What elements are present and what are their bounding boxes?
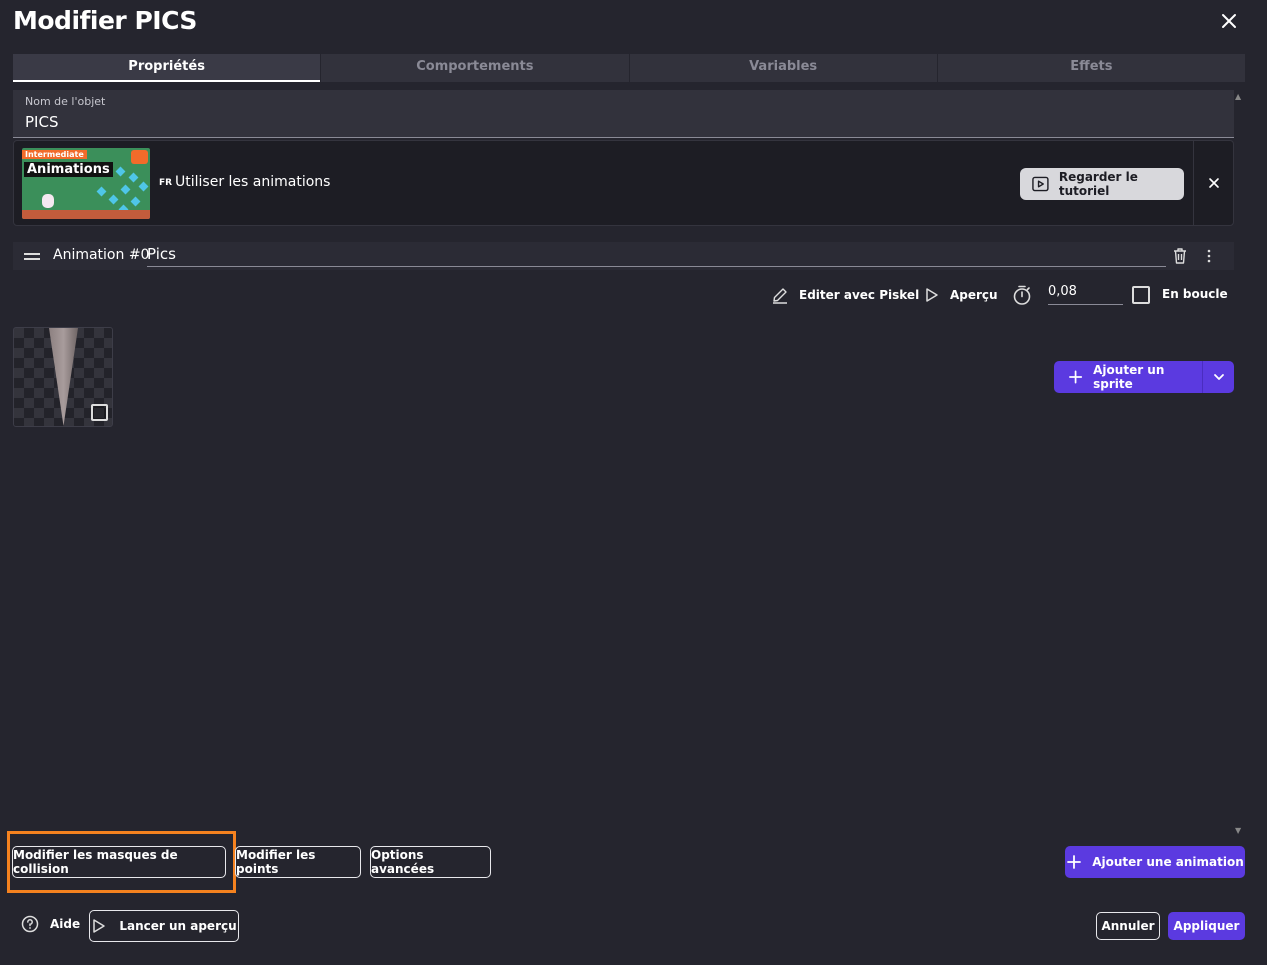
- edit-with-piskel-label: Editer avec Piskel: [799, 288, 920, 302]
- object-name-input[interactable]: PICS: [25, 113, 58, 131]
- loop-checkbox[interactable]: [1132, 286, 1150, 304]
- animation-header: Animation #0 Pics: [13, 242, 1234, 270]
- tab-properties[interactable]: Propriétés: [13, 54, 322, 82]
- dialog-title: Modifier PICS: [13, 6, 197, 35]
- play-icon: [93, 919, 106, 933]
- add-sprite-dropdown[interactable]: [1202, 361, 1234, 393]
- drag-handle-icon[interactable]: [24, 253, 40, 260]
- edit-collision-masks-button[interactable]: Modifier les masques de collision: [12, 846, 226, 878]
- loop-label: En boucle: [1162, 287, 1228, 301]
- launch-preview-button[interactable]: Lancer un aperçu: [89, 910, 239, 942]
- tab-behaviors[interactable]: Comportements: [321, 54, 630, 82]
- chevron-down-icon: [1214, 374, 1224, 380]
- close-icon[interactable]: [1218, 10, 1240, 32]
- edit-points-button[interactable]: Modifier les points: [235, 846, 361, 878]
- object-name-label: Nom de l'objet: [25, 95, 106, 108]
- cancel-button[interactable]: Annuler: [1096, 912, 1160, 940]
- tab-effects[interactable]: Effets: [938, 54, 1245, 82]
- object-name-field[interactable]: Nom de l'objet PICS: [13, 90, 1234, 138]
- gdevelop-logo-icon: [131, 150, 148, 164]
- tutorial-title: Utiliser les animations: [175, 174, 331, 190]
- pencil-icon: [773, 288, 787, 304]
- plus-icon: [1067, 855, 1082, 869]
- more-options-icon[interactable]: [1206, 249, 1212, 263]
- help-label: Aide: [50, 917, 81, 931]
- advanced-options-button[interactable]: Options avancées: [370, 846, 491, 878]
- trash-icon[interactable]: [1172, 247, 1188, 265]
- apply-button[interactable]: Appliquer: [1168, 912, 1245, 940]
- frame-duration-input[interactable]: 0,08: [1048, 284, 1123, 305]
- scroll-up-arrow-icon[interactable]: ▲: [1235, 92, 1241, 101]
- animation-name-input[interactable]: Pics: [147, 244, 1166, 267]
- plus-icon: [1069, 370, 1083, 384]
- tutorial-banner: Intermediate Animations FR Utiliser les …: [13, 140, 1234, 226]
- tutorial-thumbnail: Intermediate Animations: [22, 148, 150, 219]
- add-animation-button[interactable]: Ajouter une animation: [1065, 846, 1245, 878]
- dismiss-tutorial-icon[interactable]: [1207, 176, 1221, 190]
- tutorial-language: FR: [159, 178, 173, 188]
- watch-tutorial-button[interactable]: Regarder le tutoriel: [1020, 168, 1184, 200]
- edit-with-piskel-button[interactable]: Editer avec Piskel: [771, 286, 919, 304]
- help-circle-icon: [21, 915, 39, 933]
- divider: [1193, 141, 1194, 225]
- timer-icon: [1013, 285, 1031, 305]
- help-button[interactable]: Aide: [21, 915, 80, 933]
- launch-preview-label: Lancer un aperçu: [119, 919, 237, 933]
- watch-tutorial-label: Regarder le tutoriel: [1058, 170, 1138, 198]
- add-sprite-label: Ajouter un sprite: [1093, 363, 1165, 391]
- add-sprite-button-group: Ajouter un sprite: [1054, 361, 1234, 393]
- add-animation-label: Ajouter une animation: [1092, 855, 1244, 869]
- tutorial-thumbnail-title: Animations: [24, 162, 113, 177]
- add-sprite-button[interactable]: Ajouter un sprite: [1054, 361, 1202, 393]
- preview-label: Aperçu: [950, 288, 998, 302]
- sprite-select-checkbox[interactable]: [91, 404, 108, 421]
- play-video-icon: [1032, 176, 1049, 192]
- tab-variables[interactable]: Variables: [630, 54, 938, 82]
- tutorial-badge: Intermediate: [22, 150, 87, 159]
- tab-bar: Propriétés Comportements Variables Effet…: [13, 54, 1245, 82]
- scroll-down-arrow-icon[interactable]: ▼: [1235, 826, 1241, 835]
- sprite-thumbnail[interactable]: [13, 327, 113, 427]
- play-icon: [926, 288, 938, 302]
- preview-button[interactable]: Aperçu: [924, 286, 998, 304]
- animation-number-label: Animation #0: [53, 247, 150, 263]
